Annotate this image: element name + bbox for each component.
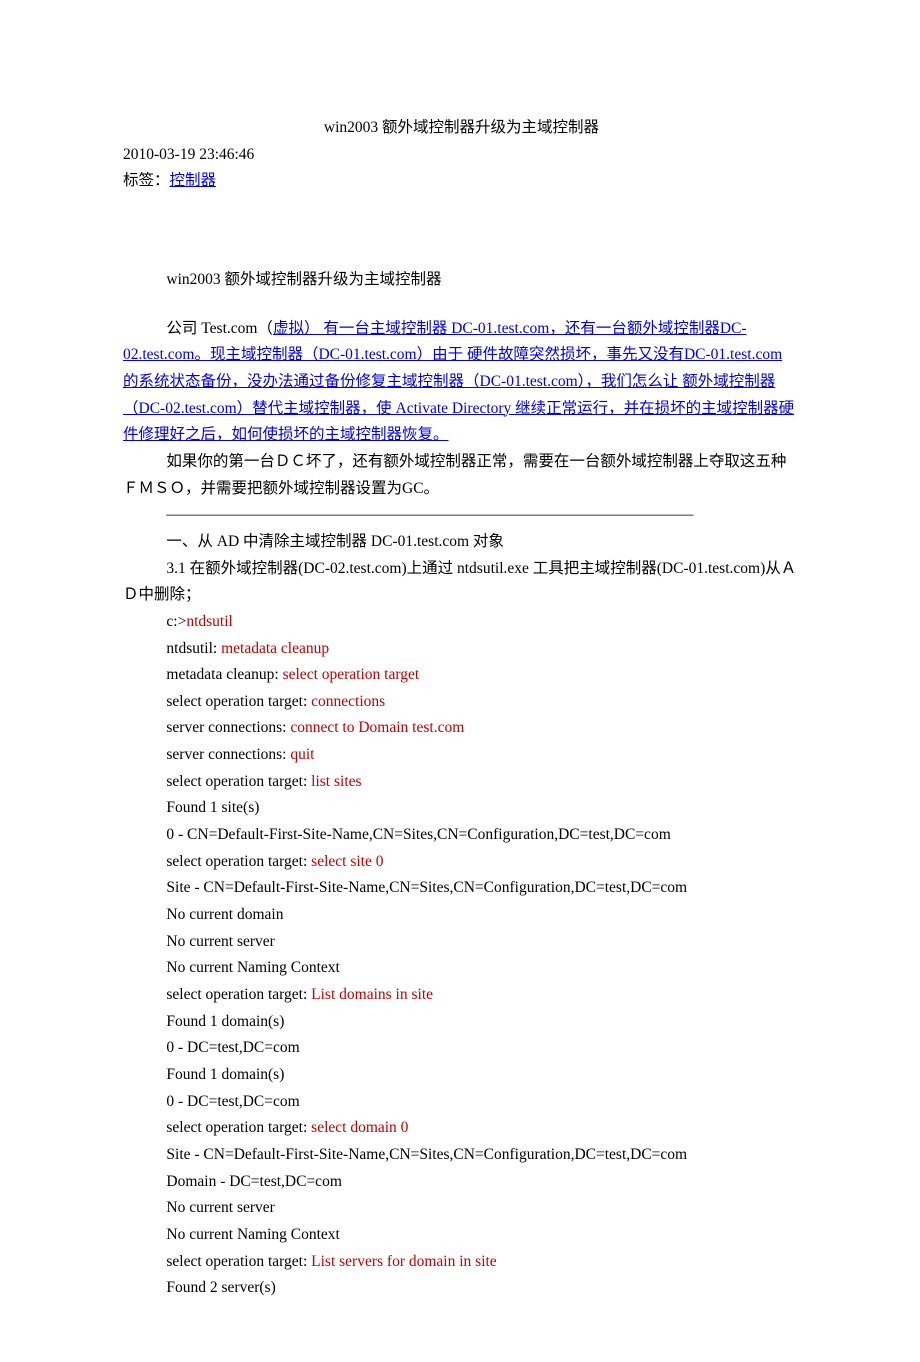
command-line: 0 - DC=test,DC=com <box>123 1035 800 1062</box>
command-line: No current domain <box>123 902 800 929</box>
command-line: No current server <box>123 929 800 956</box>
step-1-heading: 一、从 AD 中清除主域控制器 DC-01.test.com 对象 <box>123 529 800 556</box>
command-line: select operation target: list sites <box>123 769 800 796</box>
command-prompt: Found 1 domain(s) <box>166 1066 284 1083</box>
command-line: 0 - DC=test,DC=com <box>123 1089 800 1116</box>
command-line: No current Naming Context <box>123 955 800 982</box>
command-input: select domain 0 <box>311 1119 408 1136</box>
command-prompt: No current server <box>166 1199 274 1216</box>
tag-label: 标签： <box>123 172 170 189</box>
command-input: List domains in site <box>311 986 433 1003</box>
command-line: Found 1 domain(s) <box>123 1062 800 1089</box>
command-prompt: select operation target: <box>166 693 311 710</box>
command-prompt: select operation target: <box>166 986 311 1003</box>
command-line: select operation target: select domain 0 <box>123 1115 800 1142</box>
command-input: List servers for domain in site <box>311 1253 497 1270</box>
command-input: list sites <box>311 773 361 790</box>
command-line: Found 1 site(s) <box>123 795 800 822</box>
command-input: metadata cleanup <box>221 640 329 657</box>
command-prompt: No current server <box>166 933 274 950</box>
command-prompt: ntdsutil: <box>166 640 221 657</box>
command-prompt: server connections: <box>166 746 290 763</box>
timestamp: 2010-03-19 23:46:46 <box>123 142 800 169</box>
tag-line: 标签：控制器 <box>123 168 800 195</box>
command-line: select operation target: List domains in… <box>123 982 800 1009</box>
command-line: 0 - CN=Default-First-Site-Name,CN=Sites,… <box>123 822 800 849</box>
command-prompt: No current Naming Context <box>166 1226 339 1243</box>
command-prompt: No current domain <box>166 906 283 923</box>
command-input: select site 0 <box>311 853 383 870</box>
command-line: Found 1 domain(s) <box>123 1009 800 1036</box>
tag-link[interactable]: 控制器 <box>170 172 217 189</box>
command-line: server connections: quit <box>123 742 800 769</box>
command-prompt: c:> <box>166 613 186 630</box>
command-line: Site - CN=Default-First-Site-Name,CN=Sit… <box>123 1142 800 1169</box>
command-prompt: Site - CN=Default-First-Site-Name,CN=Sit… <box>166 1146 687 1163</box>
command-prompt: select operation target: <box>166 853 311 870</box>
command-prompt: metadata cleanup: <box>166 666 282 683</box>
command-input: connections <box>311 693 385 710</box>
command-line: Site - CN=Default-First-Site-Name,CN=Sit… <box>123 875 800 902</box>
command-prompt: select operation target: <box>166 1253 311 1270</box>
command-prompt: Found 1 site(s) <box>166 799 259 816</box>
command-line: c:>ntdsutil <box>123 609 800 636</box>
command-prompt: 0 - DC=test,DC=com <box>166 1039 299 1056</box>
command-prompt: Found 2 server(s) <box>166 1279 275 1296</box>
command-prompt: Domain - DC=test,DC=com <box>166 1173 341 1190</box>
command-line: Domain - DC=test,DC=com <box>123 1169 800 1196</box>
step-1-description: 3.1 在额外域控制器(DC-02.test.com)上通过 ntdsutil.… <box>123 556 800 609</box>
subtitle: win2003 额外域控制器升级为主域控制器 <box>123 195 800 316</box>
command-prompt: Found 1 domain(s) <box>166 1013 284 1030</box>
command-input: select operation target <box>283 666 420 683</box>
command-prompt: select operation target: <box>166 1119 311 1136</box>
command-block: c:>ntdsutilntdsutil: metadata cleanupmet… <box>123 609 800 1302</box>
command-line: select operation target: List servers fo… <box>123 1249 800 1276</box>
command-line: select operation target: select site 0 <box>123 849 800 876</box>
scenario-link[interactable]: 虚拟） 有一台主域控制器 DC-01.test.com，还有一台额外域控制器DC… <box>123 320 794 444</box>
command-line: server connections: connect to Domain te… <box>123 715 800 742</box>
intro-leading: 公司 Test.com（ <box>166 320 273 337</box>
command-line: select operation target: connections <box>123 689 800 716</box>
document-title: win2003 额外域控制器升级为主域控制器 <box>123 115 800 142</box>
command-line: No current server <box>123 1195 800 1222</box>
command-input: connect to Domain test.com <box>290 719 464 736</box>
command-line: No current Naming Context <box>123 1222 800 1249</box>
command-prompt: Site - CN=Default-First-Site-Name,CN=Sit… <box>166 879 687 896</box>
command-prompt: select operation target: <box>166 773 311 790</box>
separator-line: —————————————————————————————————— <box>123 502 800 529</box>
command-prompt: 0 - CN=Default-First-Site-Name,CN=Sites,… <box>166 826 670 843</box>
command-prompt: 0 - DC=test,DC=com <box>166 1093 299 1110</box>
command-prompt: server connections: <box>166 719 290 736</box>
intro-paragraph: 公司 Test.com（虚拟） 有一台主域控制器 DC-01.test.com，… <box>123 316 800 449</box>
command-prompt: No current Naming Context <box>166 959 339 976</box>
command-input: quit <box>290 746 314 763</box>
command-line: metadata cleanup: select operation targe… <box>123 662 800 689</box>
command-line: Found 2 server(s) <box>123 1275 800 1302</box>
command-input: ntdsutil <box>186 613 233 630</box>
explain-paragraph: 如果你的第一台ＤＣ坏了，还有额外域控制器正常，需要在一台额外域控制器上夺取这五种… <box>123 449 800 502</box>
command-line: ntdsutil: metadata cleanup <box>123 636 800 663</box>
